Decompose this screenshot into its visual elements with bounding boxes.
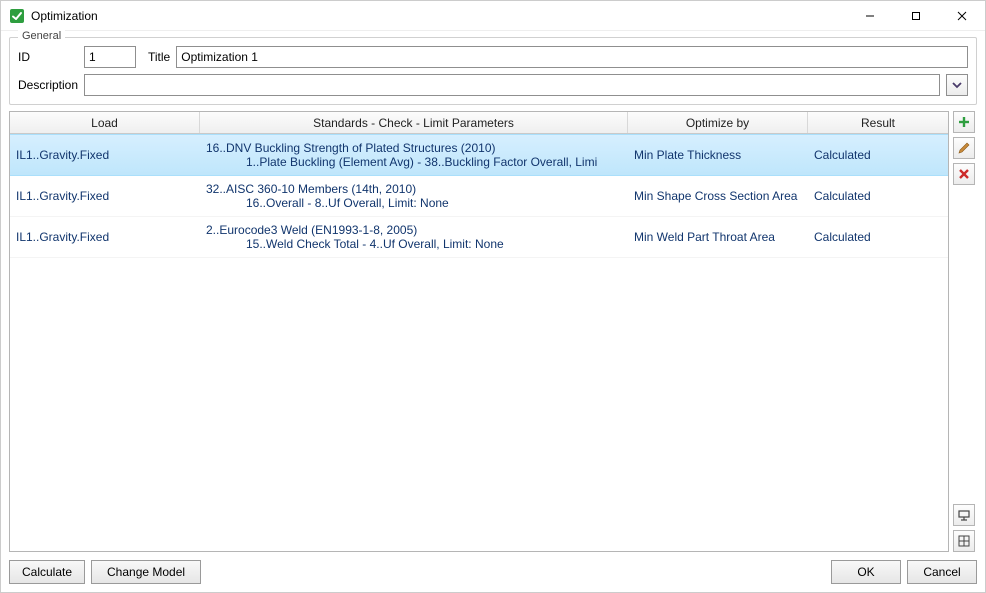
cell-result: Calculated (808, 180, 948, 212)
pencil-icon (957, 141, 971, 155)
general-legend: General (18, 30, 65, 42)
delete-row-button[interactable] (953, 163, 975, 185)
minimize-button[interactable] (847, 1, 893, 31)
table-row[interactable]: IL1..Gravity.Fixed32..AISC 360-10 Member… (10, 176, 948, 217)
general-group: General ID Title Description (9, 37, 977, 105)
description-dropdown-button[interactable] (946, 74, 968, 96)
description-label: Description (18, 78, 78, 92)
optimization-table: Load Standards - Check - Limit Parameter… (9, 111, 949, 552)
table-body: IL1..Gravity.Fixed16..DNV Buckling Stren… (10, 134, 948, 551)
maximize-button[interactable] (893, 1, 939, 31)
add-row-button[interactable] (953, 111, 975, 133)
header-optimize-by[interactable]: Optimize by (628, 112, 808, 133)
plus-icon (957, 115, 971, 129)
description-field[interactable] (84, 74, 940, 96)
table-side-toolbar (953, 111, 977, 552)
id-label: ID (18, 50, 78, 64)
tabular-button[interactable] (953, 530, 975, 552)
cell-standards: 16..DNV Buckling Strength of Plated Stru… (200, 139, 628, 171)
cell-load: IL1..Gravity.Fixed (10, 221, 200, 253)
change-model-button[interactable]: Change Model (91, 560, 201, 584)
header-result[interactable]: Result (808, 112, 948, 133)
presentation-button[interactable] (953, 504, 975, 526)
titlebar: Optimization (1, 1, 985, 31)
table-header: Load Standards - Check - Limit Parameter… (10, 112, 948, 134)
cell-optimize-by: Min Weld Part Throat Area (628, 221, 808, 253)
app-icon (9, 8, 25, 24)
table-row[interactable]: IL1..Gravity.Fixed2..Eurocode3 Weld (EN1… (10, 217, 948, 258)
table-row[interactable]: IL1..Gravity.Fixed16..DNV Buckling Stren… (10, 134, 948, 176)
cell-optimize-by: Min Plate Thickness (628, 139, 808, 171)
chevron-down-icon (951, 79, 963, 91)
dialog-button-bar: Calculate Change Model OK Cancel (9, 560, 977, 584)
cell-result: Calculated (808, 221, 948, 253)
title-field[interactable] (176, 46, 968, 68)
ok-button[interactable]: OK (831, 560, 901, 584)
edit-row-button[interactable] (953, 137, 975, 159)
cell-load: IL1..Gravity.Fixed (10, 139, 200, 171)
x-icon (957, 167, 971, 181)
grid-icon (957, 534, 971, 548)
cell-standards: 2..Eurocode3 Weld (EN1993-1-8, 2005)15..… (200, 221, 628, 253)
title-label: Title (148, 50, 170, 64)
cell-result: Calculated (808, 139, 948, 171)
header-standards[interactable]: Standards - Check - Limit Parameters (200, 112, 628, 133)
cancel-button[interactable]: Cancel (907, 560, 977, 584)
close-button[interactable] (939, 1, 985, 31)
window-title: Optimization (31, 9, 98, 23)
calculate-button[interactable]: Calculate (9, 560, 85, 584)
id-field[interactable] (84, 46, 136, 68)
cell-load: IL1..Gravity.Fixed (10, 180, 200, 212)
header-load[interactable]: Load (10, 112, 200, 133)
cell-optimize-by: Min Shape Cross Section Area (628, 180, 808, 212)
presentation-icon (957, 508, 971, 522)
cell-standards: 32..AISC 360-10 Members (14th, 2010)16..… (200, 180, 628, 212)
